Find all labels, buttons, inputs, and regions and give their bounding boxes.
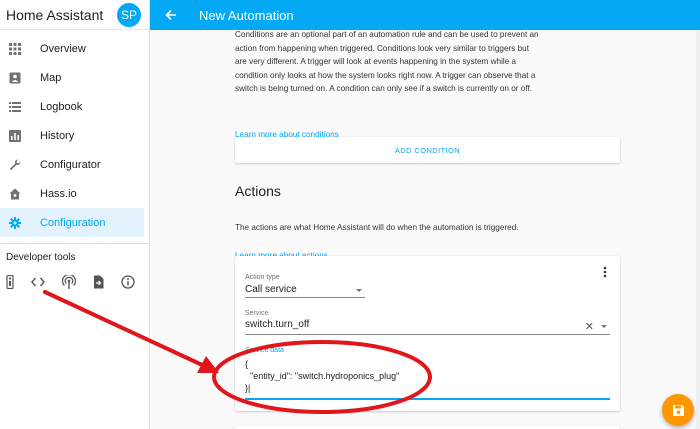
sidebar-item-label: History xyxy=(40,129,75,142)
more-vert-icon[interactable] xyxy=(602,266,608,278)
sidebar-header: Home Assistant SP xyxy=(0,0,149,30)
back-arrow-icon[interactable] xyxy=(165,8,179,22)
chevron-down-icon xyxy=(356,289,362,292)
developer-tools-title: Developer tools xyxy=(6,252,76,263)
sidebar-item-history[interactable]: History xyxy=(0,121,149,150)
chevron-down-icon[interactable] xyxy=(601,325,607,328)
action-type-value: Call service xyxy=(245,284,297,295)
wrench-icon xyxy=(8,158,22,172)
sidebar-nav: Overview Map Logbook History Configurato… xyxy=(0,30,149,237)
action-type-select[interactable]: Call service xyxy=(245,284,365,298)
home-icon xyxy=(8,187,22,201)
sidebar-item-label: Configuration xyxy=(40,216,106,229)
sidebar-item-configurator[interactable]: Configurator xyxy=(0,150,149,179)
broadcast-icon[interactable] xyxy=(62,275,76,289)
map-person-icon xyxy=(8,71,22,85)
top-app-bar: New Automation xyxy=(150,0,700,30)
sidebar-divider xyxy=(0,243,149,244)
info-icon[interactable] xyxy=(121,275,135,289)
bar-chart-icon xyxy=(8,129,22,143)
service-data-label: Service data xyxy=(245,347,284,354)
developer-tools-icons xyxy=(0,275,149,289)
file-export-icon[interactable] xyxy=(93,275,104,289)
sidebar: Home Assistant SP Overview Map Logbook H… xyxy=(0,0,150,429)
sidebar-item-label: Logbook xyxy=(40,100,83,113)
action-card: Action type Call service Service switch.… xyxy=(235,256,620,411)
service-value: switch.turn_off xyxy=(245,319,310,330)
service-input[interactable]: switch.turn_off ✕ xyxy=(245,319,610,335)
sidebar-item-overview[interactable]: Overview xyxy=(0,34,149,63)
sidebar-item-label: Hass.io xyxy=(40,187,77,200)
action-type-label: Action type xyxy=(245,274,280,281)
sidebar-item-hassio[interactable]: Hass.io xyxy=(0,179,149,208)
save-button[interactable] xyxy=(662,394,694,426)
sidebar-item-label: Map xyxy=(40,71,62,84)
code-icon[interactable] xyxy=(31,275,45,289)
sidebar-item-logbook[interactable]: Logbook xyxy=(0,92,149,121)
clear-icon[interactable]: ✕ xyxy=(585,320,594,333)
page-title: New Automation xyxy=(199,7,294,23)
sidebar-item-configuration[interactable]: Configuration xyxy=(0,208,144,237)
remote-icon[interactable] xyxy=(6,275,14,289)
sidebar-item-label: Overview xyxy=(40,42,86,55)
sidebar-item-label: Configurator xyxy=(40,158,101,171)
gear-icon xyxy=(8,216,22,230)
actions-heading: Actions xyxy=(235,183,281,199)
app-title: Home Assistant xyxy=(6,6,104,23)
conditions-description: Conditions are an optional part of an au… xyxy=(235,30,539,93)
list-icon xyxy=(8,100,22,114)
save-icon xyxy=(672,404,685,417)
automation-editor: Conditions are an optional part of an au… xyxy=(150,30,700,429)
scrollbar[interactable] xyxy=(696,30,700,429)
service-label: Service xyxy=(245,310,269,317)
grid-icon xyxy=(8,42,22,56)
add-condition-button[interactable]: ADD CONDITION xyxy=(235,137,620,163)
avatar[interactable]: SP xyxy=(117,2,141,27)
actions-description: The actions are what Home Assistant will… xyxy=(235,223,519,232)
sidebar-item-map[interactable]: Map xyxy=(0,63,149,92)
service-data-textarea[interactable]: { "entity_id": "switch.hydroponics_plug"… xyxy=(245,358,610,400)
